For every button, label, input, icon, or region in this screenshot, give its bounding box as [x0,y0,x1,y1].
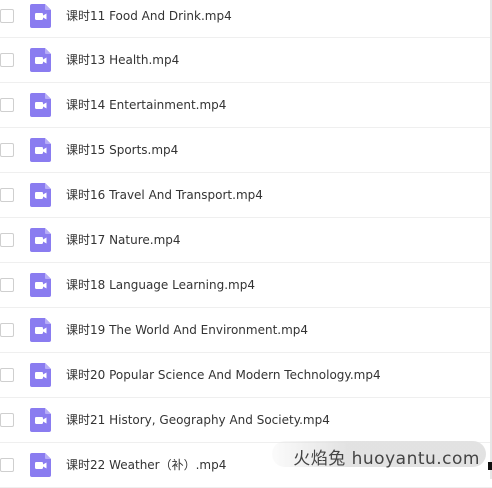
file-name[interactable]: 课时22 Weather（补）.mp4 [66,458,226,472]
file-name[interactable]: 课时19 The World And Environment.mp4 [66,323,308,337]
video-file-icon [30,408,51,432]
video-file-icon [30,228,51,252]
file-name[interactable]: 课时11 Food And Drink.mp4 [66,9,232,23]
video-file-icon [30,183,51,207]
file-name[interactable]: 课时14 Entertainment.mp4 [66,98,226,112]
video-file-icon [30,48,51,72]
file-list: 课时11 Food And Drink.mp4 课时13 Health.mp4 课时… [0,0,492,488]
file-row[interactable]: 课时17 Nature.mp4 [0,218,492,263]
file-name[interactable]: 课时17 Nature.mp4 [66,233,181,247]
row-checkbox[interactable] [0,323,14,337]
video-file-icon [30,273,51,297]
file-name[interactable]: 课时15 Sports.mp4 [66,143,178,157]
file-name[interactable]: 课时21 History, Geography And Society.mp4 [66,413,330,427]
video-file-icon [30,363,51,387]
row-checkbox[interactable] [0,143,14,157]
file-row[interactable]: 课时11 Food And Drink.mp4 [0,0,492,38]
file-row[interactable]: 课时16 Travel And Transport.mp4 [0,173,492,218]
file-row[interactable]: 课时14 Entertainment.mp4 [0,83,492,128]
video-file-icon [30,93,51,117]
file-name[interactable]: 课时16 Travel And Transport.mp4 [66,188,263,202]
row-checkbox[interactable] [0,53,14,67]
row-checkbox[interactable] [0,368,14,382]
file-name[interactable]: 课时20 Popular Science And Modern Technolo… [66,368,381,382]
file-name[interactable]: 课时18 Language Learning.mp4 [66,278,255,292]
row-checkbox[interactable] [0,188,14,202]
file-row[interactable]: 课时21 History, Geography And Society.mp4 [0,398,492,443]
video-file-icon [30,318,51,342]
file-row[interactable]: 课时20 Popular Science And Modern Technolo… [0,353,492,398]
file-row[interactable]: 课时18 Language Learning.mp4 [0,263,492,308]
row-checkbox[interactable] [0,458,14,472]
video-file-icon [30,453,51,477]
video-file-icon [30,138,51,162]
file-row[interactable]: 课时19 The World And Environment.mp4 [0,308,492,353]
row-checkbox[interactable] [0,278,14,292]
watermark: 火焰兔 huoyantu.com [272,441,486,469]
file-row[interactable]: 课时13 Health.mp4 [0,38,492,83]
video-file-icon [30,4,51,28]
row-checkbox[interactable] [0,233,14,247]
row-checkbox[interactable] [0,413,14,427]
row-checkbox[interactable] [0,98,14,112]
watermark-text: 火焰兔 huoyantu.com [293,449,480,469]
row-checkbox[interactable] [0,9,14,23]
file-row[interactable]: 课时15 Sports.mp4 [0,128,492,173]
file-name[interactable]: 课时13 Health.mp4 [66,53,179,67]
corner-mark [488,462,492,470]
